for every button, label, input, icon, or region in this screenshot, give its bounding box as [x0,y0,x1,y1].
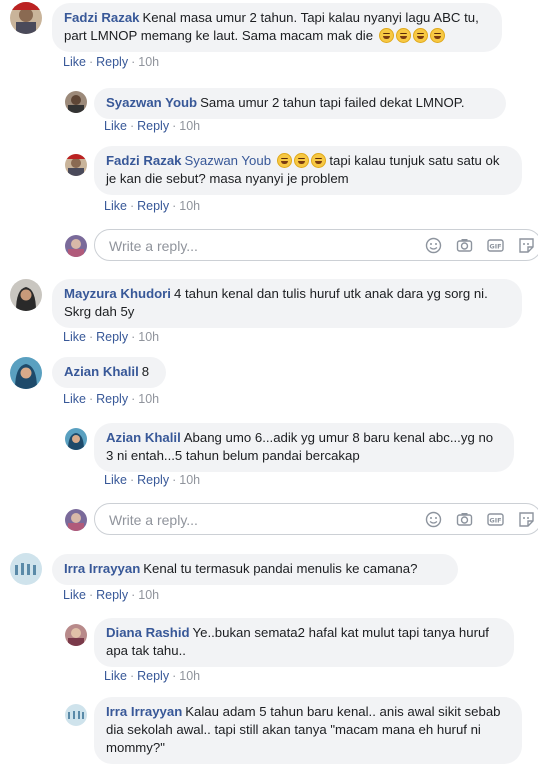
reply-input[interactable] [107,237,411,255]
grin-emoji-icon [378,28,394,43]
comment-bubble: Mayzura Khudori 4 tahun kenal dan tulis h… [52,279,522,328]
comment-bubble: Diana Rashid Ye..bukan semata2 hafal kat … [94,618,514,667]
avatar[interactable] [10,357,42,389]
comment-bubble: Azian Khalil Abang umo 6...adik yg umur 8… [94,423,514,472]
like-link[interactable]: Like [104,473,127,487]
camera-icon[interactable] [456,237,473,254]
avatar[interactable] [65,428,87,450]
avatar[interactable] [10,2,42,34]
avatar[interactable] [10,279,42,311]
comment-actions: Like · Reply · 10h [104,669,201,683]
avatar[interactable] [65,624,87,646]
comment-actions: Like · Reply · 10h [63,588,160,602]
timestamp[interactable]: 10h [138,330,159,344]
laugh-emoji-icon [310,153,326,168]
comment-bubble: Irra Irrayyan Kenal tu termasuk pandai me… [52,554,458,585]
comment-actions: Like · Reply · 10h [63,392,160,406]
comment-bubble: Fadzi Razak Syazwan Youb tapi kalau tunju… [94,146,522,195]
comment-bubble: Azian Khalil 8 [52,357,166,388]
timestamp[interactable]: 10h [179,669,200,683]
reply-box: GIF [94,229,538,261]
reply-box: GIF [94,503,538,535]
like-link[interactable]: Like [63,392,86,406]
commenter-name[interactable]: Diana Rashid [106,625,190,640]
reply-link[interactable]: Reply [96,392,128,406]
commenter-name[interactable]: Azian Khalil [64,364,139,379]
reply-link[interactable]: Reply [137,199,169,213]
comment-text: Kenal tu termasuk pandai menulis ke cama… [143,561,418,576]
timestamp[interactable]: 10h [138,392,159,406]
comment-actions: Like · Reply · 10h [104,119,201,133]
avatar[interactable] [65,91,87,113]
commenter-name[interactable]: Fadzi Razak [64,10,140,25]
commenter-name[interactable]: Irra Irrayyan [64,561,140,576]
comment-actions: Like · Reply · 10h [63,330,160,344]
emoji-icon[interactable] [425,237,442,254]
gif-icon[interactable]: GIF [487,237,504,254]
svg-text:GIF: GIF [489,243,501,251]
my-avatar [65,509,87,531]
like-link[interactable]: Like [104,199,127,213]
avatar[interactable] [65,154,87,176]
avatar[interactable] [10,553,42,585]
comment-actions: Like · Reply · 10h [104,199,201,213]
commenter-name[interactable]: Azian Khalil [106,430,181,445]
svg-text:GIF: GIF [489,517,501,525]
emoji-icon[interactable] [425,511,442,528]
grin-emoji-icon [429,28,445,43]
comment-bubble: Syazwan Youb Sama umur 2 tahun tapi faile… [94,88,506,119]
sticker-icon[interactable] [518,237,535,254]
like-link[interactable]: Like [63,55,86,69]
grin-emoji-icon [412,28,428,43]
my-avatar [65,235,87,257]
commenter-name[interactable]: Irra Irrayyan [106,704,182,719]
like-link[interactable]: Like [63,330,86,344]
like-link[interactable]: Like [63,588,86,602]
like-link[interactable]: Like [104,669,127,683]
comment-bubble: Fadzi Razak Kenal masa umur 2 tahun. Tapi… [52,3,502,52]
reply-link[interactable]: Reply [96,55,128,69]
reply-link[interactable]: Reply [137,669,169,683]
timestamp[interactable]: 10h [179,119,200,133]
reply-link[interactable]: Reply [137,473,169,487]
gif-icon[interactable]: GIF [487,511,504,528]
commenter-name[interactable]: Fadzi Razak [106,153,182,168]
commenter-name[interactable]: Mayzura Khudori [64,286,171,301]
mention-link[interactable]: Syazwan Youb [185,153,272,168]
timestamp[interactable]: 10h [179,473,200,487]
like-link[interactable]: Like [104,119,127,133]
avatar[interactable] [65,704,87,726]
commenter-name[interactable]: Syazwan Youb [106,95,197,110]
reply-link[interactable]: Reply [96,330,128,344]
grin-emoji-icon [395,28,411,43]
comment-text: 8 [141,364,150,379]
comment-actions: Like · Reply · 10h [63,55,160,69]
comment-actions: Like · Reply · 10h [104,473,201,487]
timestamp[interactable]: 10h [138,55,159,69]
reply-link[interactable]: Reply [137,119,169,133]
comment-bubble: Irra Irrayyan Kalau adam 5 tahun baru ken… [94,697,522,764]
reply-link[interactable]: Reply [96,588,128,602]
laugh-emoji-icon [293,153,309,168]
timestamp[interactable]: 10h [138,588,159,602]
comment-text: Sama umur 2 tahun tapi failed dekat LMNO… [200,95,465,110]
camera-icon[interactable] [456,511,473,528]
laugh-emoji-icon [276,153,292,168]
sticker-icon[interactable] [518,511,535,528]
reply-input[interactable] [107,511,411,529]
timestamp[interactable]: 10h [179,199,200,213]
